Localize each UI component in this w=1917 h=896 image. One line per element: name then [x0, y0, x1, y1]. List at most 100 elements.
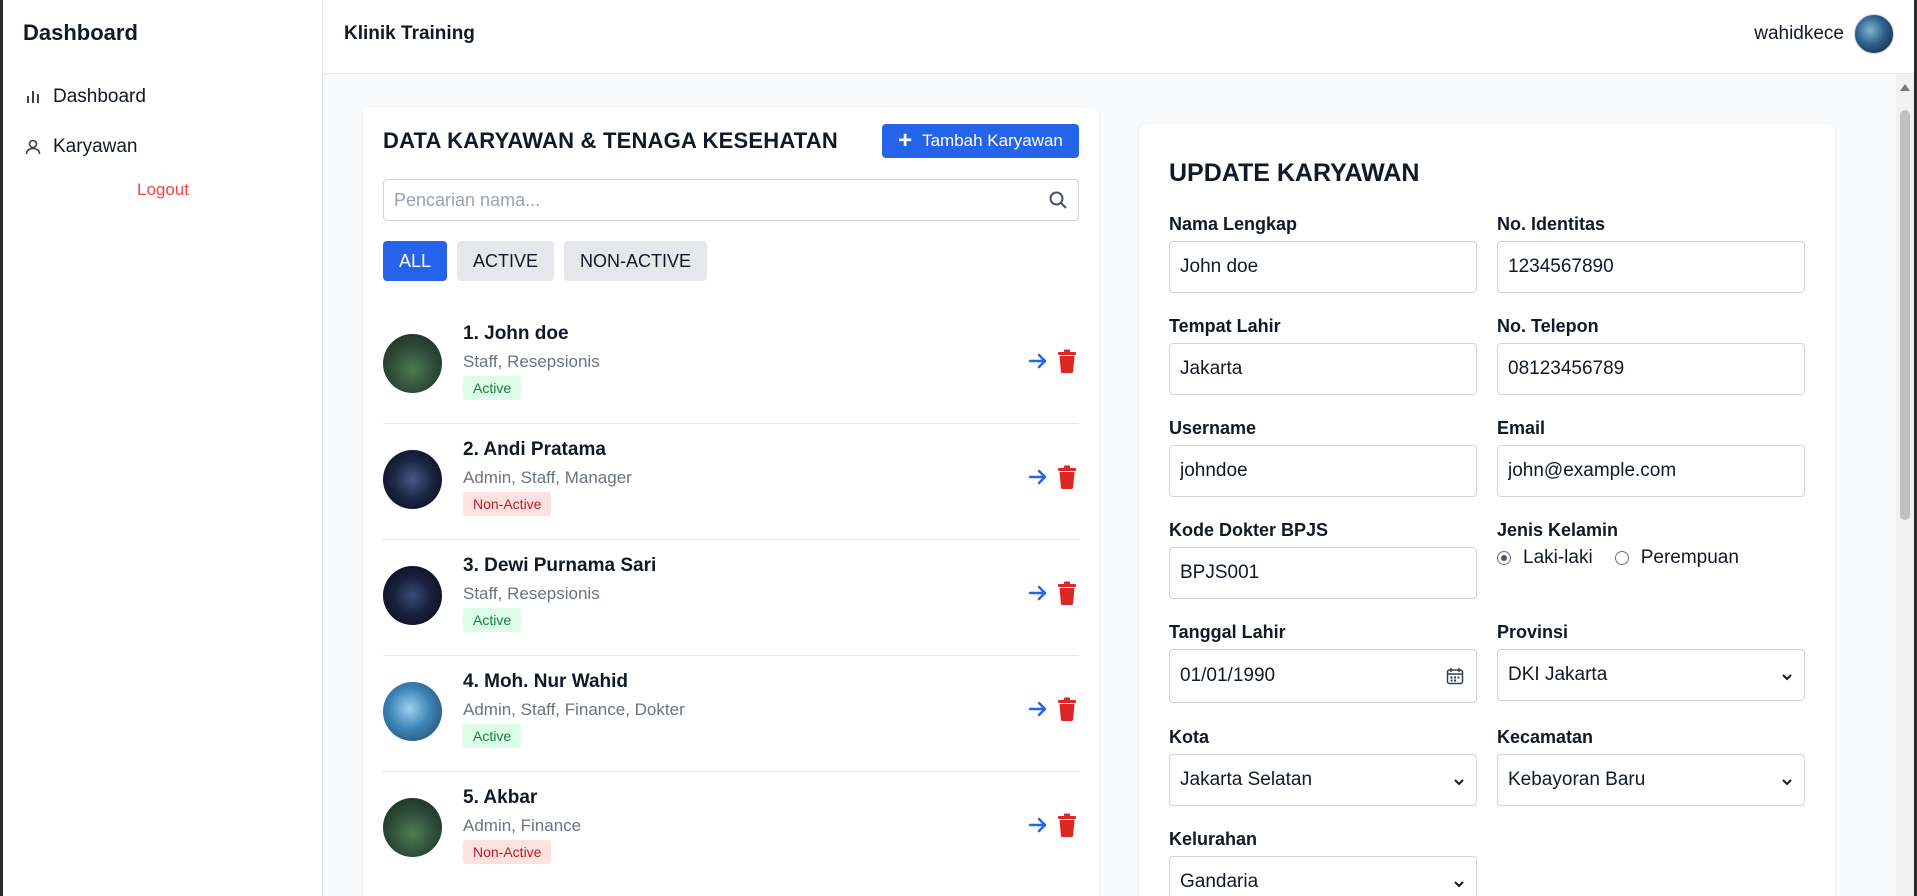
nama-lengkap-label: Nama Lengkap [1169, 214, 1298, 234]
sidebar-item-label: Karyawan [53, 136, 138, 157]
trash-icon[interactable] [1057, 813, 1077, 837]
avatar [383, 566, 442, 625]
list-item[interactable]: 5. Akbar Admin, Finance Non-Active [383, 772, 1079, 888]
trash-icon[interactable] [1057, 465, 1077, 489]
search-box [383, 179, 1079, 221]
employee-list-card: DATA KARYAWAN & TENAGA KESEHATAN + Tamba… [363, 107, 1099, 896]
no-identitas-field-box [1497, 241, 1805, 293]
provinsi-group: Provinsi DKI Jakarta [1497, 622, 1805, 701]
search-input[interactable] [384, 180, 1024, 220]
trash-icon[interactable] [1057, 349, 1077, 373]
filter-all[interactable]: ALL [383, 241, 448, 281]
list-item[interactable]: 4. Moh. Nur Wahid Admin, Staff, Finance,… [383, 656, 1079, 772]
employee-roles: Staff, Resepsionis [463, 352, 600, 371]
kota-value: Jakarta Selatan [1180, 769, 1313, 790]
jenis-kelamin-group: Jenis Kelamin Laki-laki Perempuan [1497, 520, 1805, 569]
logout-link[interactable]: Logout [3, 180, 323, 200]
filter-non-active[interactable]: NON-ACTIVE [564, 241, 708, 281]
avatar [383, 450, 442, 509]
chevron-down-icon [1780, 668, 1794, 682]
bar-chart-icon [23, 87, 43, 107]
kota-group: Kota Jakarta Selatan [1169, 727, 1477, 806]
kode-dokter-field-box [1169, 547, 1477, 599]
avatar[interactable] [1854, 14, 1894, 54]
tempat-lahir-field[interactable] [1180, 358, 1466, 380]
kota-label: Kota [1169, 727, 1209, 747]
user-menu[interactable]: wahidkece [1754, 14, 1894, 54]
status-badge: Non-Active [463, 840, 552, 864]
tempat-lahir-label: Tempat Lahir [1169, 316, 1281, 336]
kecamatan-label: Kecamatan [1497, 727, 1594, 747]
employee-name: 4. Moh. Nur Wahid [463, 671, 629, 692]
status-badge: Active [463, 376, 522, 400]
calendar-icon[interactable] [1446, 667, 1464, 685]
chevron-down-icon [1452, 773, 1466, 787]
sidebar-item-karyawan[interactable]: Karyawan [23, 132, 303, 162]
status-badge: Active [463, 724, 522, 748]
radio-laki-laki[interactable] [1497, 551, 1511, 565]
radio-perempuan[interactable] [1614, 551, 1629, 565]
employee-name: 5. Akbar [463, 787, 538, 808]
provinsi-select[interactable]: DKI Jakarta [1497, 649, 1805, 701]
kota-select[interactable]: Jakarta Selatan [1169, 754, 1477, 806]
jenis-kelamin-label: Jenis Kelamin [1497, 520, 1619, 540]
username-group: Username [1169, 418, 1477, 497]
app-window: Dashboard Dashboard Karyawan Logout Klin… [0, 0, 1917, 896]
no-telepon-group: No. Telepon [1497, 316, 1805, 395]
employee-list: 1. John doe Staff, Resepsionis Active 2.… [383, 308, 1079, 888]
list-item[interactable]: 3. Dewi Purnama Sari Staff, Resepsionis … [383, 540, 1079, 656]
username-field[interactable] [1180, 460, 1466, 482]
top-header: Klinik Training wahidkece [323, 0, 1914, 74]
add-employee-button[interactable]: + Tambah Karyawan [882, 124, 1079, 158]
nama-lengkap-field[interactable] [1180, 256, 1466, 278]
arrow-right-icon[interactable] [1027, 698, 1049, 720]
email-field-box [1497, 445, 1805, 497]
kelurahan-label: Kelurahan [1169, 829, 1258, 849]
kelurahan-group: Kelurahan Gandaria [1169, 829, 1477, 896]
scroll-up-arrow-icon[interactable] [1900, 84, 1910, 91]
kelurahan-select[interactable]: Gandaria [1169, 856, 1477, 896]
user-icon [23, 137, 43, 157]
scrollbar-thumb[interactable] [1900, 110, 1910, 520]
page-scrollbar[interactable] [1896, 74, 1914, 896]
sidebar-nav: Dashboard Karyawan [23, 82, 303, 182]
kode-dokter-field[interactable] [1180, 562, 1466, 584]
radio-laki-laki-label[interactable]: Laki-laki [1523, 547, 1593, 569]
username-label: Username [1169, 418, 1257, 438]
arrow-right-icon[interactable] [1027, 582, 1049, 604]
email-field[interactable] [1508, 460, 1794, 482]
list-item[interactable]: 1. John doe Staff, Resepsionis Active [383, 308, 1079, 424]
radio-perempuan-label[interactable]: Perempuan [1641, 547, 1739, 569]
trash-icon[interactable] [1057, 697, 1077, 721]
chevron-down-icon [1452, 875, 1466, 889]
sidebar-item-dashboard[interactable]: Dashboard [23, 82, 303, 112]
tanggal-lahir-label: Tanggal Lahir [1169, 622, 1286, 642]
kecamatan-select[interactable]: Kebayoran Baru [1497, 754, 1805, 806]
status-filters: ALL ACTIVE NON-ACTIVE [383, 241, 717, 281]
no-telepon-field[interactable] [1508, 358, 1794, 380]
username-label: wahidkece [1754, 23, 1844, 44]
avatar [383, 798, 442, 857]
update-employee-form: UPDATE KARYAWAN Nama Lengkap No. Identit… [1139, 124, 1835, 896]
arrow-right-icon[interactable] [1027, 814, 1049, 836]
email-label: Email [1497, 418, 1546, 438]
search-icon[interactable] [1048, 190, 1068, 210]
date-field[interactable] [1180, 665, 1466, 687]
arrow-right-icon[interactable] [1027, 466, 1049, 488]
sidebar-item-label: Dashboard [53, 86, 146, 107]
no-identitas-field[interactable] [1508, 256, 1794, 278]
list-title: DATA KARYAWAN & TENAGA KESEHATAN [383, 128, 838, 153]
kelurahan-value: Gandaria [1180, 871, 1259, 892]
chevron-down-icon [1780, 773, 1794, 787]
trash-icon[interactable] [1057, 581, 1077, 605]
employee-roles: Admin, Staff, Finance, Dokter [463, 700, 685, 719]
arrow-right-icon[interactable] [1027, 350, 1049, 372]
add-employee-label: Tambah Karyawan [922, 131, 1063, 150]
status-badge: Active [463, 608, 522, 632]
employee-name: 3. Dewi Purnama Sari [463, 555, 657, 576]
kecamatan-group: Kecamatan Kebayoran Baru [1497, 727, 1805, 806]
filter-active[interactable]: ACTIVE [457, 241, 555, 281]
page-title: Klinik Training [344, 23, 475, 44]
list-item[interactable]: 2. Andi Pratama Admin, Staff, Manager No… [383, 424, 1079, 540]
kecamatan-value: Kebayoran Baru [1508, 769, 1646, 790]
